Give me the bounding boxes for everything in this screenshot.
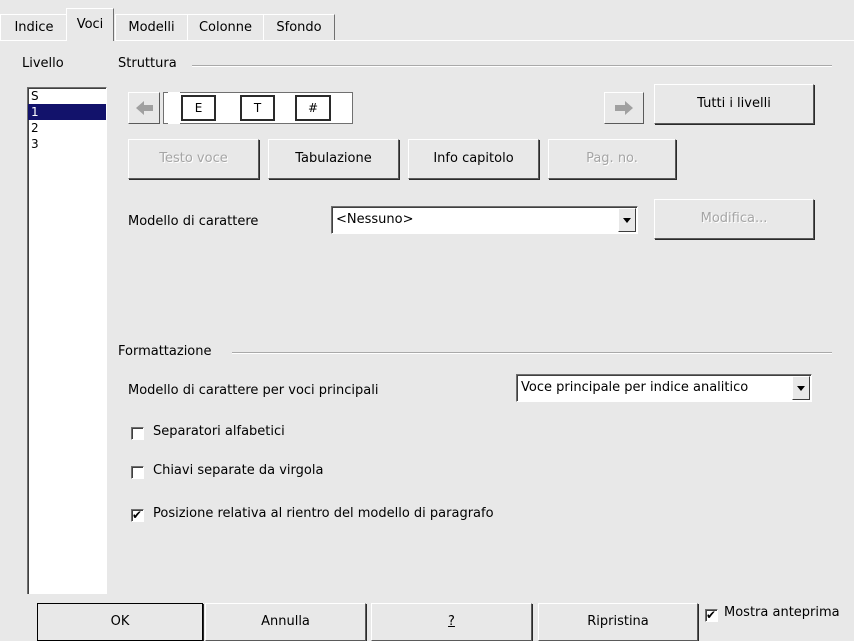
alpha-delim-checkbox[interactable] xyxy=(131,427,144,440)
tab-divider xyxy=(0,40,66,41)
ok-button[interactable]: OK xyxy=(37,603,203,641)
level-group-title: Livello xyxy=(22,56,64,71)
tab-colonne[interactable]: Colonne xyxy=(187,14,264,41)
tab-stop-button[interactable]: Tabulazione xyxy=(268,139,399,179)
char-style-value: <Nessuno> xyxy=(336,212,414,227)
tab-indice[interactable]: Indice xyxy=(0,14,68,41)
edit-button[interactable]: Modifica... xyxy=(654,199,814,239)
structure-gap[interactable] xyxy=(168,92,180,124)
level-item-3[interactable]: 3 xyxy=(28,136,106,152)
token-tab[interactable]: T xyxy=(240,95,275,121)
scroll-right-button[interactable] xyxy=(604,92,644,124)
relative-pos-checkbox[interactable] xyxy=(131,507,144,523)
preview-label[interactable]: Mostra anteprima xyxy=(724,605,840,620)
relative-pos-label[interactable]: Posizione relativa al rientro del modell… xyxy=(153,506,494,521)
structure-group-title: Struttura xyxy=(118,56,177,71)
preview-checkbox[interactable] xyxy=(705,607,718,623)
tab-modelli[interactable]: Modelli xyxy=(115,14,188,41)
cancel-button[interactable]: Annulla xyxy=(205,603,366,641)
arrow-right-icon xyxy=(615,101,633,115)
level-listbox[interactable]: S 1 2 3 xyxy=(27,87,107,609)
comma-keys-checkbox[interactable] xyxy=(131,466,144,479)
format-separator xyxy=(232,352,832,354)
structure-separator xyxy=(192,65,832,67)
tab-divider xyxy=(115,40,854,41)
token-entry[interactable]: E xyxy=(181,95,216,121)
help-button[interactable]: ? xyxy=(371,603,532,641)
tab-sfondo[interactable]: Sfondo xyxy=(263,14,335,41)
main-entry-style-combo[interactable]: Voce principale per indice analitico xyxy=(516,374,812,402)
char-style-combo[interactable]: <Nessuno> xyxy=(331,206,638,234)
format-group-title: Formattazione xyxy=(118,344,212,359)
chevron-down-icon[interactable] xyxy=(618,208,636,232)
level-item-2[interactable]: 2 xyxy=(28,120,106,136)
main-entry-style-label: Modello di carattere per voci principali xyxy=(128,383,379,398)
char-style-label: Modello di carattere xyxy=(128,214,259,229)
main-entry-style-value: Voce principale per indice analitico xyxy=(521,380,749,395)
reset-button[interactable]: Ripristina xyxy=(538,603,698,641)
page-no-button[interactable]: Pag. no. xyxy=(548,139,676,179)
level-item-s[interactable]: S xyxy=(28,88,106,104)
level-item-1[interactable]: 1 xyxy=(28,104,106,120)
tab-voci[interactable]: Voci xyxy=(66,8,114,41)
tab-bar: Indice Voci Modelli Colonne Sfondo xyxy=(0,8,854,41)
chevron-down-icon[interactable] xyxy=(792,376,810,400)
chapter-info-button[interactable]: Info capitolo xyxy=(408,139,539,179)
alpha-delim-label[interactable]: Separatori alfabetici xyxy=(153,424,285,439)
entry-text-button[interactable]: Testo voce xyxy=(128,139,259,179)
comma-keys-label[interactable]: Chiavi separate da virgola xyxy=(153,463,323,478)
scroll-left-button[interactable] xyxy=(128,92,160,124)
all-levels-button[interactable]: Tutti i livelli xyxy=(654,84,814,124)
token-page-number[interactable]: # xyxy=(295,95,331,121)
arrow-left-icon xyxy=(136,101,153,115)
